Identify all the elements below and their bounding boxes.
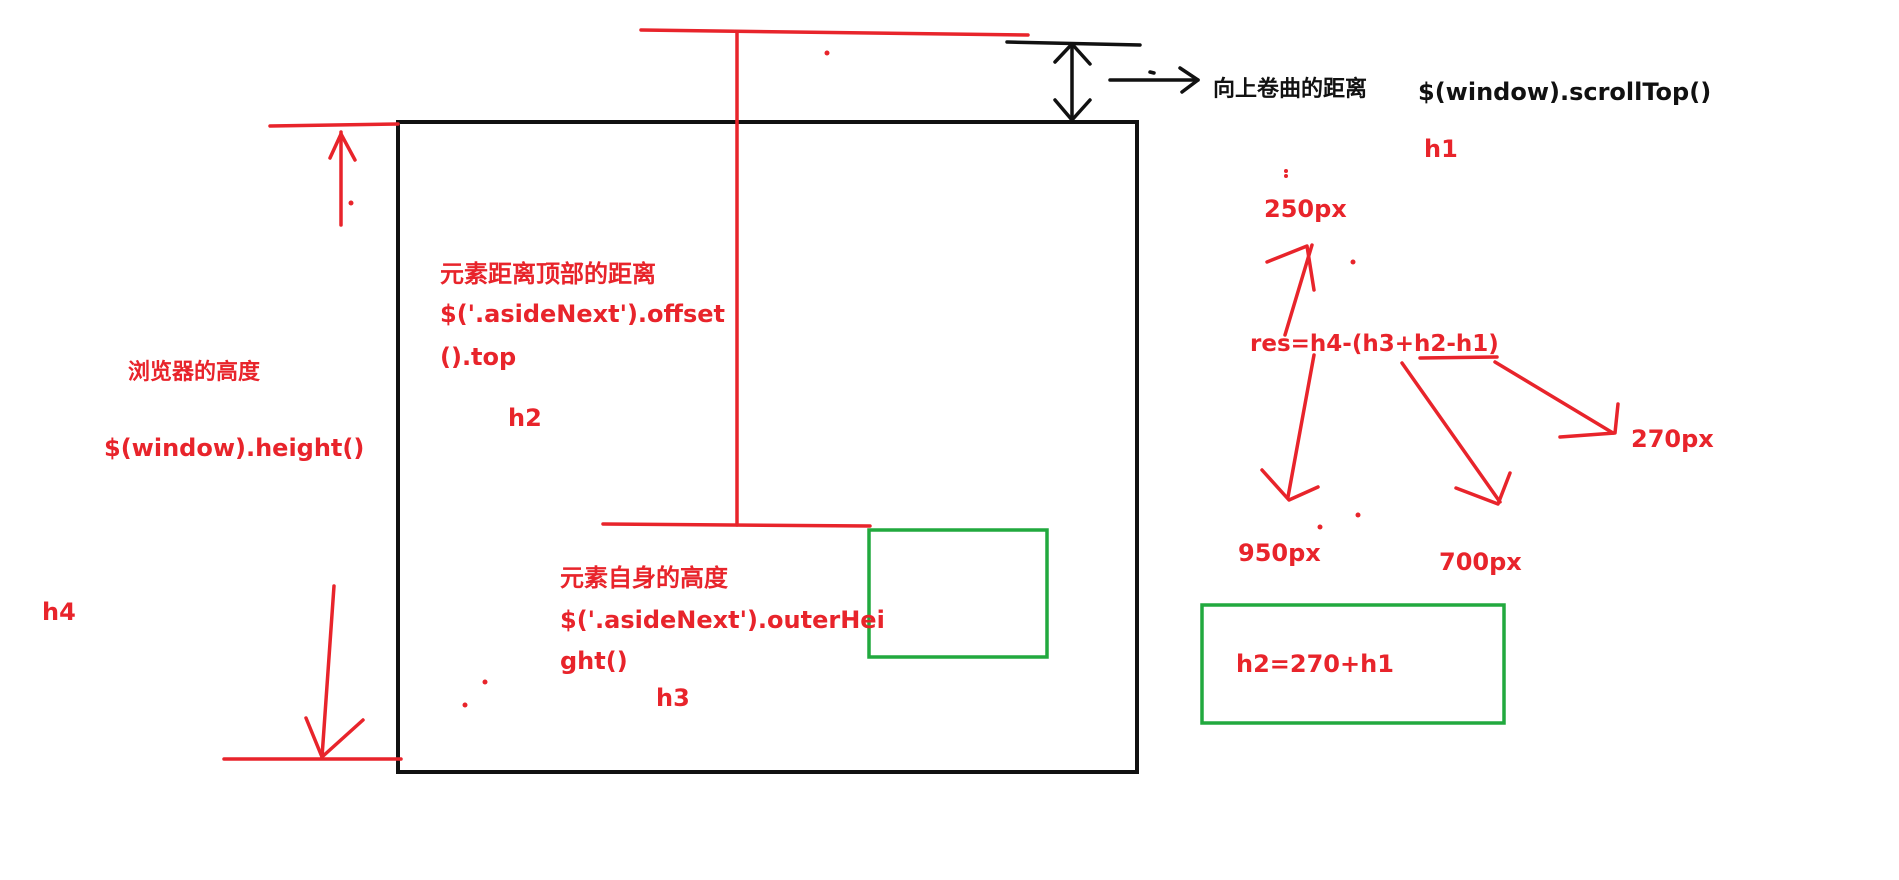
- element-height-code-line1: $('.asideNext').outerHei: [560, 606, 885, 634]
- value-700px: 700px: [1439, 548, 1522, 576]
- offset-title: 元素距离顶部的距离: [440, 260, 656, 288]
- browser-height-code: $(window).height(): [104, 434, 365, 462]
- scroll-code: $(window).scrollTop(): [1418, 78, 1712, 106]
- arrow-to-700px: [1400, 361, 1502, 504]
- offset-code-line1: $('.asideNext').offset: [440, 300, 726, 328]
- arrow-to-270px: [1493, 360, 1615, 435]
- label-h1: h1: [1424, 135, 1458, 163]
- pointer-arrow-to-scroll-label: [1108, 66, 1200, 94]
- formula-res: res=h4-(h3+h2-h1): [1250, 331, 1499, 357]
- underline-h1: [1418, 355, 1499, 360]
- height-arrow-down-head: [304, 716, 365, 759]
- browser-viewport-rect: [396, 120, 1139, 774]
- label-h2: h2: [508, 404, 542, 432]
- label-h3: h3: [656, 684, 690, 712]
- value-950px: 950px: [1238, 539, 1321, 567]
- value-270px: 270px: [1631, 425, 1714, 453]
- label-h4: h4: [42, 598, 76, 626]
- element-height-title: 元素自身的高度: [560, 564, 728, 592]
- element-box: [867, 528, 1049, 659]
- element-top-line: [601, 522, 872, 528]
- height-arrow-down: [320, 584, 336, 759]
- formula-h2: h2=270+h1: [1236, 650, 1394, 678]
- browser-height-title: 浏览器的高度: [128, 360, 261, 385]
- value-250px: 250px: [1264, 195, 1347, 223]
- scroll-label: 向上卷曲的距离: [1213, 77, 1368, 102]
- element-height-code-line2: ght(): [560, 647, 628, 675]
- viewport-top-line: [268, 122, 400, 128]
- arrow-to-950px: [1286, 353, 1316, 499]
- arrow-to-250px-head: [1265, 244, 1316, 292]
- page-top-line: [639, 28, 1030, 37]
- offset-code-line2: ().top: [440, 343, 517, 371]
